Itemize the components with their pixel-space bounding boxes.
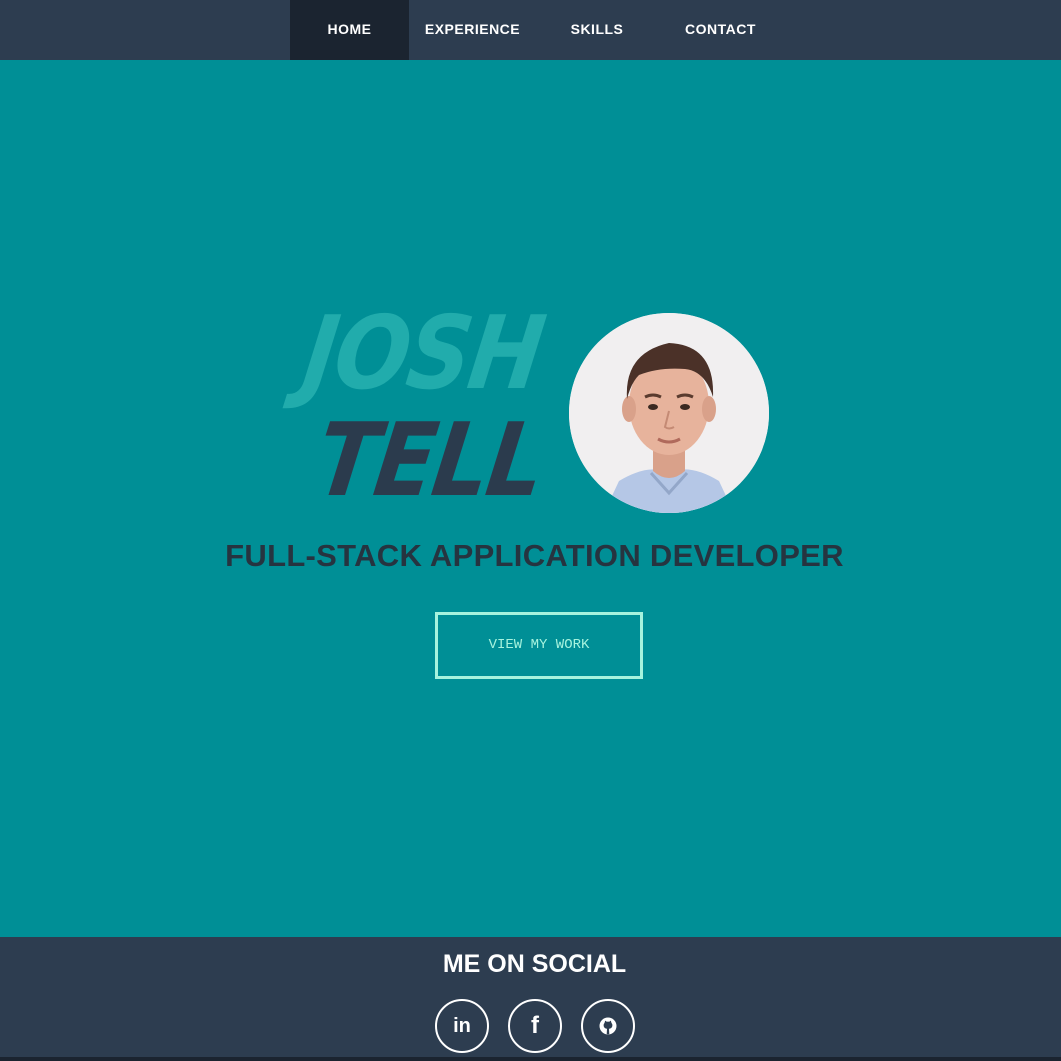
profile-photo: [569, 313, 769, 513]
nav-contact[interactable]: CONTACT: [663, 0, 778, 60]
footer-title: ME ON SOCIAL: [442, 950, 627, 978]
facebook-button[interactable]: f: [508, 999, 562, 1053]
job-title: FULL-STACK APPLICATION DEVELOPER: [225, 538, 844, 573]
nav-experience[interactable]: EXPERIENCE: [412, 0, 533, 60]
nav-skills[interactable]: SKILLS: [548, 0, 646, 60]
profile-photo-illustration: [569, 313, 769, 513]
github-button[interactable]: [581, 999, 635, 1053]
first-name: JOSH: [296, 293, 550, 413]
facebook-icon: f: [531, 1012, 539, 1039]
top-navigation: HOME EXPERIENCE SKILLS CONTACT: [0, 0, 1061, 60]
last-name: TELL: [309, 400, 551, 520]
bottom-strip: [0, 1057, 1061, 1061]
view-my-work-button[interactable]: VIEW MY WORK: [435, 612, 643, 679]
linkedin-button[interactable]: in: [435, 999, 489, 1053]
linkedin-icon: in: [453, 1015, 471, 1037]
github-icon: [599, 1017, 617, 1035]
nav-home[interactable]: HOME: [290, 0, 409, 60]
